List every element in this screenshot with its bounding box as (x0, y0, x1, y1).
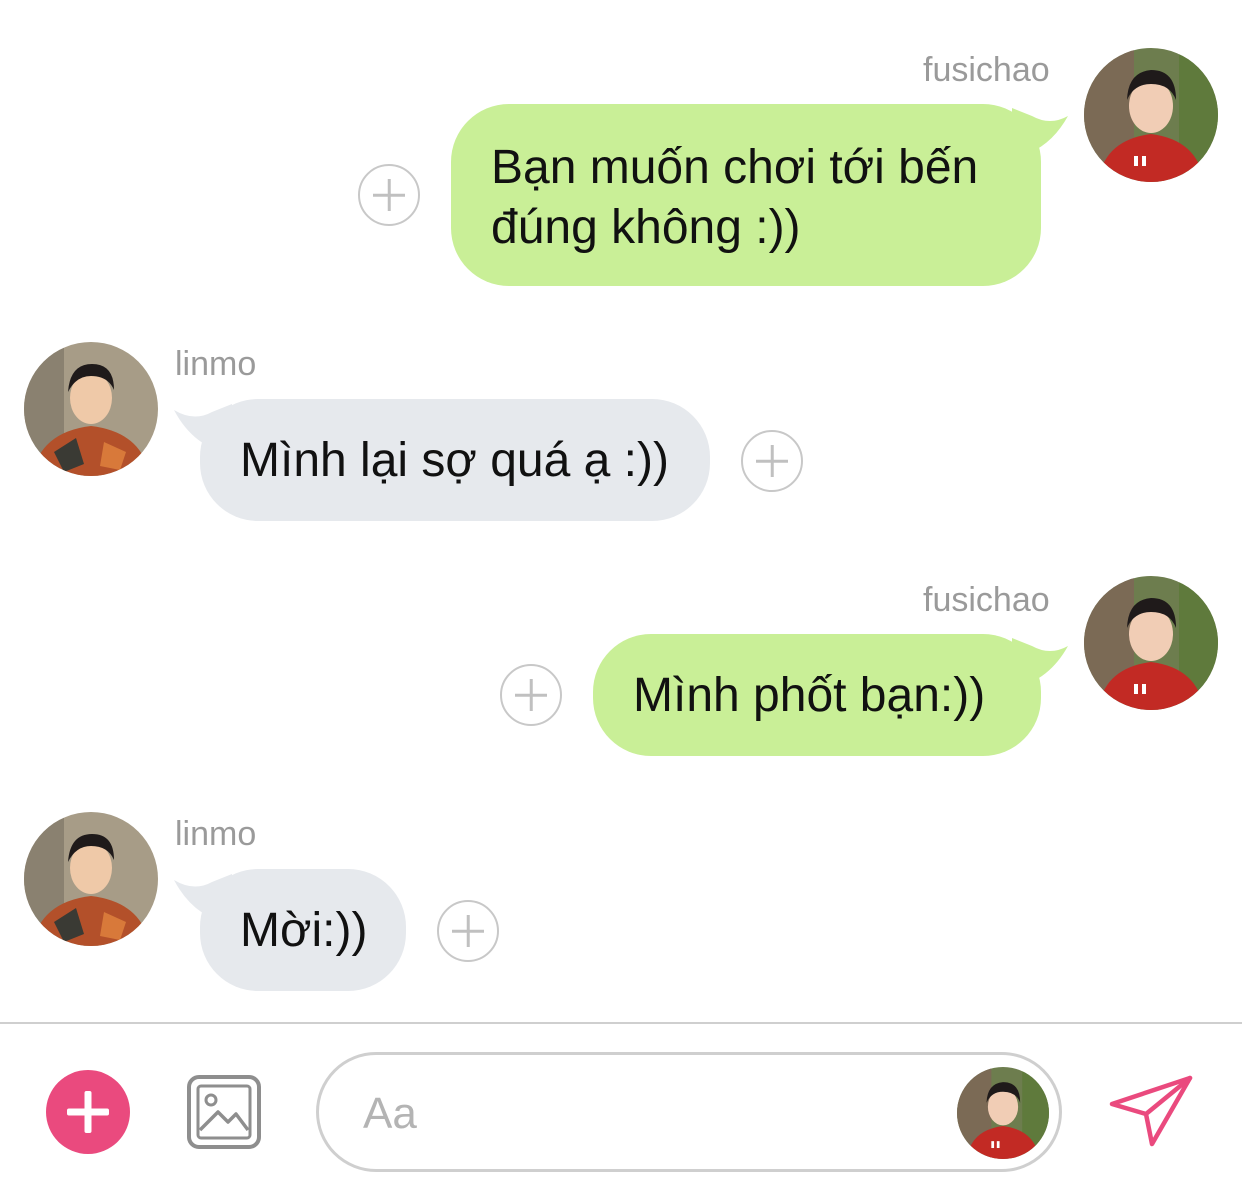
avatar-icon[interactable] (957, 1067, 1049, 1159)
message-input-placeholder: Aa (363, 1089, 417, 1138)
message-line: đúng không :)) (491, 201, 801, 254)
add-reaction-button[interactable] (437, 900, 499, 962)
message-bubble-incoming[interactable]: Mời:)) (200, 869, 406, 991)
message-line: Mình lại sợ quá ạ :)) (240, 434, 669, 487)
send-icon[interactable] (1108, 1074, 1194, 1148)
add-reaction-button[interactable] (500, 664, 562, 726)
sender-name: fusichao (923, 51, 1050, 89)
plus-icon[interactable] (46, 1070, 130, 1154)
message-line: Bạn muốn chơi tới bến (491, 141, 979, 194)
avatar-fusichao[interactable] (1084, 576, 1218, 710)
composer-divider (0, 1022, 1242, 1024)
message-line: Mình phốt bạn:)) (633, 669, 986, 722)
image-icon[interactable] (186, 1074, 262, 1150)
message-line: Mời:)) (240, 904, 368, 957)
chat-screen: fusichao Bạn muốn chơi tới bến đúng khôn… (0, 0, 1242, 1202)
sender-name: linmo (175, 815, 257, 853)
bubble-tail (1012, 108, 1068, 158)
avatar-linmo[interactable] (24, 342, 158, 476)
avatar-fusichao[interactable] (1084, 48, 1218, 182)
sender-name: fusichao (923, 581, 1050, 619)
bubble-tail (1012, 638, 1068, 688)
message-bubble-incoming[interactable]: Mình lại sợ quá ạ :)) (200, 399, 710, 521)
sender-name: linmo (175, 345, 257, 383)
add-reaction-button[interactable] (741, 430, 803, 492)
message-bubble-outgoing[interactable]: Bạn muốn chơi tới bến đúng không :)) (451, 104, 1041, 286)
add-reaction-button[interactable] (358, 164, 420, 226)
avatar-linmo[interactable] (24, 812, 158, 946)
message-input[interactable]: Aa (316, 1052, 1062, 1172)
message-bubble-outgoing[interactable]: Mình phốt bạn:)) (593, 634, 1041, 756)
